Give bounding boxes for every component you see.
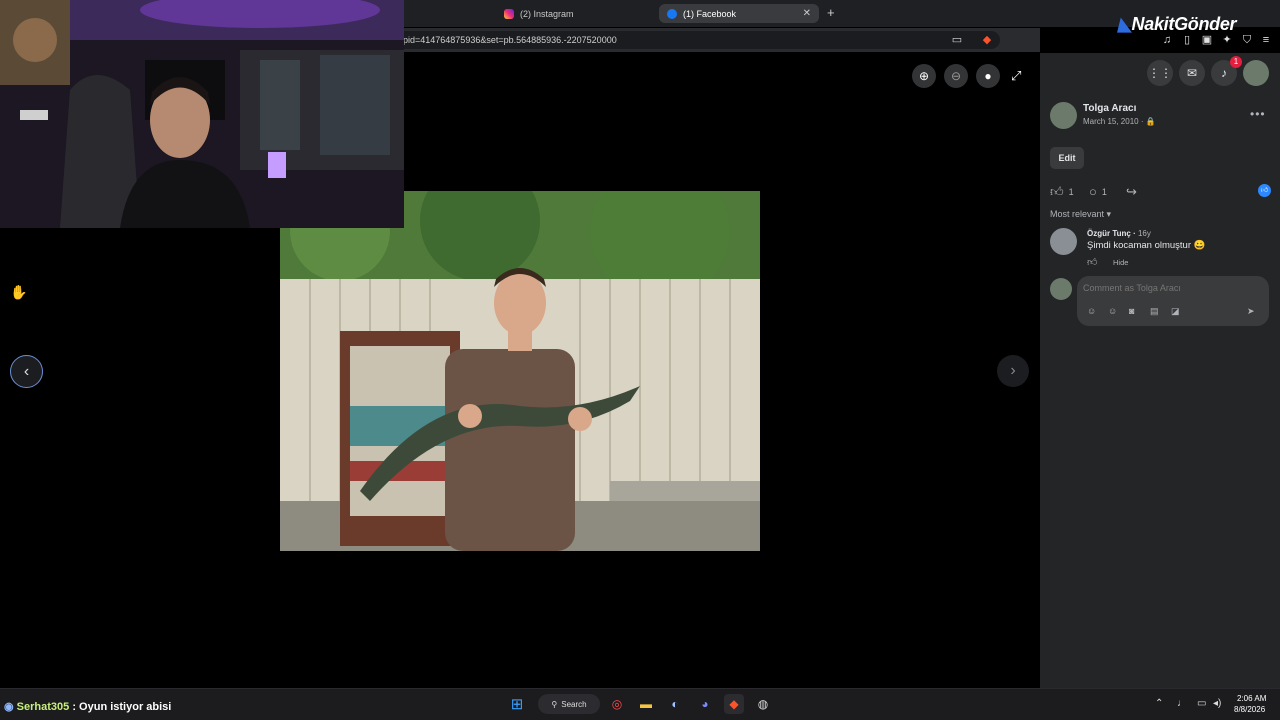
share-icon: ↪ [1126,184,1137,199]
comment-age: 16y [1137,229,1151,238]
author-avatar[interactable] [1050,102,1077,129]
taskbar-search-button[interactable]: ⚲ Search [538,694,600,714]
camera-icon[interactable]: ◙ [1129,306,1134,316]
comment-icon: ○ [1089,184,1097,199]
post-date[interactable]: March 15, 2010 · 🔒 [1083,117,1156,126]
close-tab-icon[interactable]: ✕ [803,8,811,19]
volume-icon[interactable]: ◂) [1213,698,1221,709]
photo-image [280,191,760,551]
chat-icon: ◉ [4,701,14,713]
cast-icon[interactable]: ▭ [951,34,963,46]
discord-icon[interactable]: ◕ [695,694,715,714]
brave-browser-icon[interactable]: ◆ [724,694,744,714]
file-explorer-icon[interactable]: ▬ [636,694,656,714]
zoom-in-button[interactable]: ⊕ [912,64,936,88]
comment-hide-link[interactable]: Hide [1113,258,1128,267]
chevron-left-icon: ‹ [23,362,30,380]
app-icon-red[interactable]: ◎ [607,694,627,714]
commenter-avatar[interactable] [1050,228,1077,255]
url-field[interactable]: pid=414764875936&set=pb.564885936.-22075… [395,31,1000,49]
tab-instagram[interactable]: (2) Instagram [496,4,652,23]
thumbs-up-icon: 👍︎ [1050,184,1064,199]
vpn-icon[interactable]: ⛉ [1240,33,1254,47]
grid-icon: ⋮⋮ [1148,66,1172,80]
stream-chat-message: ◉ Serhat305 : Oyun istiyor abisi [4,701,172,713]
mouse-cursor: ✋ [10,284,28,300]
more-options-button[interactable]: ••• [1250,107,1266,121]
webcam-overlay [0,0,404,228]
facebook-icon [667,8,677,19]
tag-icon: ● [984,69,992,83]
messenger-icon: ✉ [1186,66,1198,80]
windows-start-icon[interactable]: ⊞ [507,694,527,714]
tab-facebook[interactable]: (1) Facebook ✕ [659,4,819,23]
new-tab-button[interactable]: + [827,5,835,20]
author-name[interactable]: Tolga Aracı [1083,103,1136,114]
tab-label: (2) Instagram [520,8,574,19]
comment-author[interactable]: Özgür Tunç · 16y [1087,229,1151,238]
music-icon[interactable]: ♫ [1160,33,1174,47]
steam-icon[interactable]: ◐ [665,694,685,714]
lock-icon: 🔒 [1145,117,1156,126]
microphone-icon[interactable]: ♩ [1177,698,1187,709]
next-photo-button[interactable]: › [997,355,1029,387]
clock-time[interactable]: 2:06 AM [1237,694,1266,703]
sidebar-icon[interactable]: ▯ [1180,33,1194,47]
chat-text: Oyun istiyor abisi [79,701,172,713]
clock-date[interactable]: 8/8/2026 [1234,705,1265,714]
instagram-icon [504,8,514,19]
chevron-right-icon: › [1010,362,1016,379]
ai-icon[interactable]: ✦ [1220,33,1234,47]
chat-user: Serhat305 [16,701,70,713]
obs-icon[interactable]: ◍ [753,694,773,714]
apps-menu-button[interactable]: ⋮⋮ [1147,60,1173,86]
post-photo [280,191,760,551]
sticker-icon[interactable]: ◪ [1171,306,1180,317]
previous-photo-button[interactable]: ‹ [10,355,43,388]
comment-input[interactable] [1083,283,1253,293]
search-icon: ⚲ [551,699,558,709]
send-icon[interactable]: ➤ [1247,306,1255,317]
comment-button[interactable]: ○ 1 [1089,184,1107,199]
comment-like-icon[interactable]: 👍︎ [1087,256,1097,268]
bell-icon: ♪ [1221,66,1227,80]
menu-icon[interactable]: ≡ [1259,33,1273,47]
like-count: 1 [1068,187,1074,197]
composer-avatar [1050,278,1072,300]
avatar-sticker-icon[interactable]: ☺ [1087,306,1096,316]
profile-avatar[interactable] [1243,60,1269,86]
brave-shield-icon[interactable]: ◆ [981,34,993,46]
share-button[interactable]: ↪ [1126,184,1137,200]
comment-count: 1 [1101,186,1107,197]
tray-chevron-icon[interactable]: ⌃ [1155,698,1163,709]
messenger-button[interactable]: ✉ [1179,60,1205,86]
edit-button[interactable]: Edit [1050,147,1084,169]
zoom-in-icon: ⊕ [918,69,930,83]
brand-overlay: ◣NakitGönder [1118,14,1237,34]
fullscreen-icon[interactable]: ⤢ [1011,68,1021,84]
comment-text: Şimdi kocaman olmuştur 😀 [1087,240,1206,251]
notification-badge: 1 [1230,56,1242,68]
tab-label: (1) Facebook [683,8,737,19]
zoom-out-button[interactable]: ⊖ [944,64,968,88]
like-button[interactable]: 👍︎ 1 [1050,184,1074,200]
like-reaction-icon[interactable]: 👍︎ [1258,184,1271,197]
caret-down-icon: ▾ [1106,209,1112,219]
wallet-icon[interactable]: ▣ [1200,33,1214,47]
tag-button[interactable]: ● [976,64,1000,88]
gif-icon[interactable]: ▤ [1150,306,1159,317]
webcam-image [0,0,404,228]
display-icon[interactable]: ▭ [1197,698,1206,709]
comment-sort-dropdown[interactable]: Most relevant ▾ [1050,209,1111,220]
emoji-icon[interactable]: ☺ [1108,306,1117,316]
zoom-out-icon: ⊖ [950,69,962,83]
